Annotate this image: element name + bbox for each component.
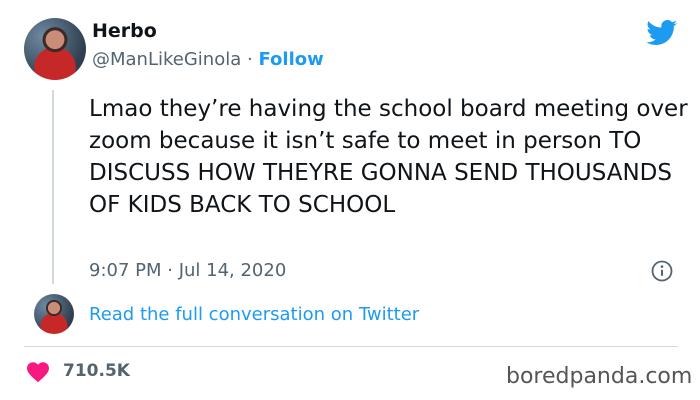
watermark: boredpanda.com [506, 364, 693, 389]
read-conversation-link[interactable]: Read the full conversation on Twitter [89, 304, 419, 325]
reply-avatar[interactable] [34, 294, 74, 334]
follow-button[interactable]: Follow [258, 49, 323, 70]
like-count: 710.5K [63, 361, 130, 381]
twitter-bird-icon[interactable] [646, 20, 678, 46]
user-handle[interactable]: @ManLikeGinola [92, 49, 241, 70]
tweet-text: Lmao they’re having the school board mee… [89, 96, 688, 218]
handle-row: @ManLikeGinola · Follow [92, 49, 324, 70]
divider [24, 346, 678, 347]
display-name[interactable]: Herbo [92, 20, 157, 42]
heart-icon[interactable] [26, 361, 50, 383]
separator: · [247, 49, 253, 70]
avatar[interactable] [24, 18, 86, 80]
tweet-timestamp[interactable]: 9:07 PM · Jul 14, 2020 [89, 260, 286, 281]
thread-line [52, 90, 54, 284]
info-icon[interactable] [651, 260, 673, 282]
